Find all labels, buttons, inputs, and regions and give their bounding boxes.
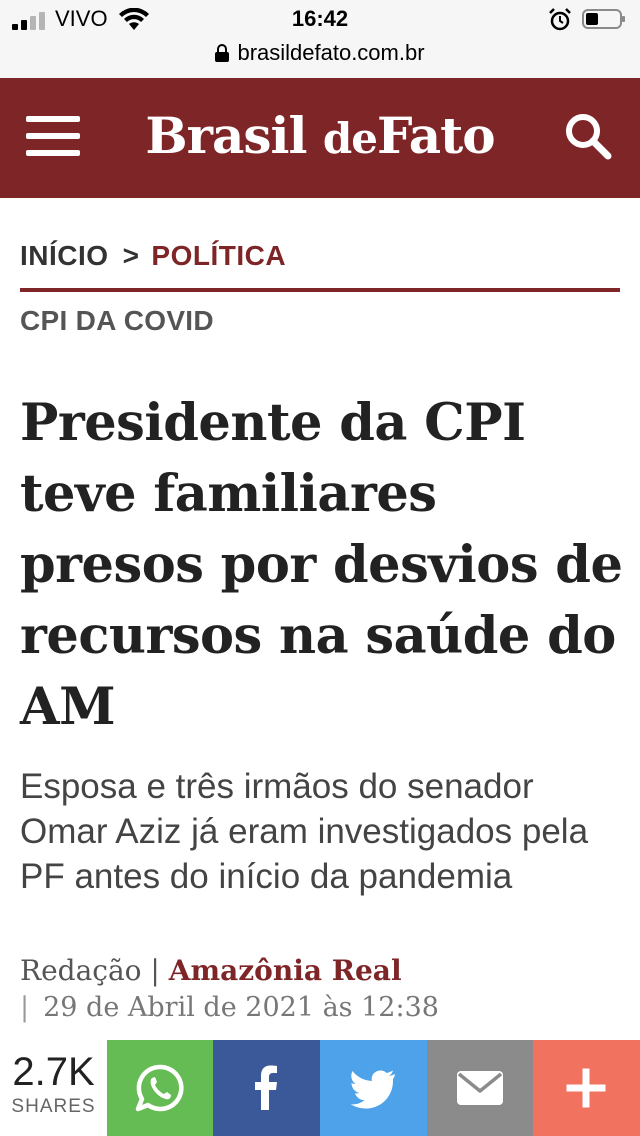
url-text: brasildefato.com.br: [237, 40, 425, 65]
article-subheadline: Esposa e três irmãos do senador Omar Azi…: [20, 767, 589, 896]
breadcrumb-home-link[interactable]: INÍCIO: [20, 240, 109, 271]
byline: Redação | Amazônia Real: [20, 954, 402, 987]
share-twitter-button[interactable]: [320, 1040, 427, 1136]
clock: 16:42: [291, 6, 349, 31]
article-headline: Presidente da CPI teve familiares presos…: [20, 393, 623, 737]
status-bar: VIVO 16:42 brasildefato.com.br: [0, 0, 640, 79]
logo-word-brasil: Brasil: [145, 106, 307, 165]
share-count-number: 2.7K: [12, 1050, 95, 1094]
share-bar: 2.7K SHARES: [0, 1040, 640, 1136]
logo-word-de: de: [322, 114, 378, 163]
dateline: | 29 de Abril de 2021 às 12:38: [20, 992, 439, 1023]
author-name: Redação: [20, 954, 142, 987]
breadcrumb-separator: >: [122, 240, 140, 271]
alarm-icon: [549, 8, 571, 31]
date-separator: |: [20, 992, 30, 1023]
site-logo[interactable]: Brasil deFato: [0, 106, 640, 165]
plus-icon: [566, 1068, 606, 1108]
breadcrumb-divider: [20, 288, 620, 292]
share-facebook-button[interactable]: [213, 1040, 320, 1136]
facebook-icon: [255, 1065, 277, 1110]
logo-word-fato: Fato: [377, 106, 496, 165]
twitter-icon: [350, 1070, 395, 1109]
share-count-label: SHARES: [11, 1096, 96, 1117]
email-icon: [457, 1071, 503, 1105]
search-icon[interactable]: [562, 110, 614, 162]
share-count: 2.7K SHARES: [0, 1040, 107, 1136]
breadcrumb-category-link[interactable]: POLÍTICA: [151, 240, 286, 271]
source-link[interactable]: Amazônia Real: [169, 954, 402, 987]
share-more-button[interactable]: [533, 1040, 640, 1136]
battery-icon: [582, 9, 625, 29]
share-whatsapp-button[interactable]: [107, 1040, 214, 1136]
article-tag[interactable]: CPI DA COVID: [20, 305, 214, 337]
breadcrumb: INÍCIO > POLÍTICA: [20, 240, 286, 272]
publish-date: 29 de Abril de 2021 às 12:38: [43, 992, 439, 1023]
whatsapp-icon: [135, 1064, 184, 1112]
address-bar[interactable]: brasildefato.com.br: [0, 40, 640, 66]
lock-icon: [215, 44, 230, 62]
share-email-button[interactable]: [427, 1040, 534, 1136]
site-header: Brasil deFato: [0, 78, 640, 198]
byline-separator: |: [150, 954, 160, 987]
